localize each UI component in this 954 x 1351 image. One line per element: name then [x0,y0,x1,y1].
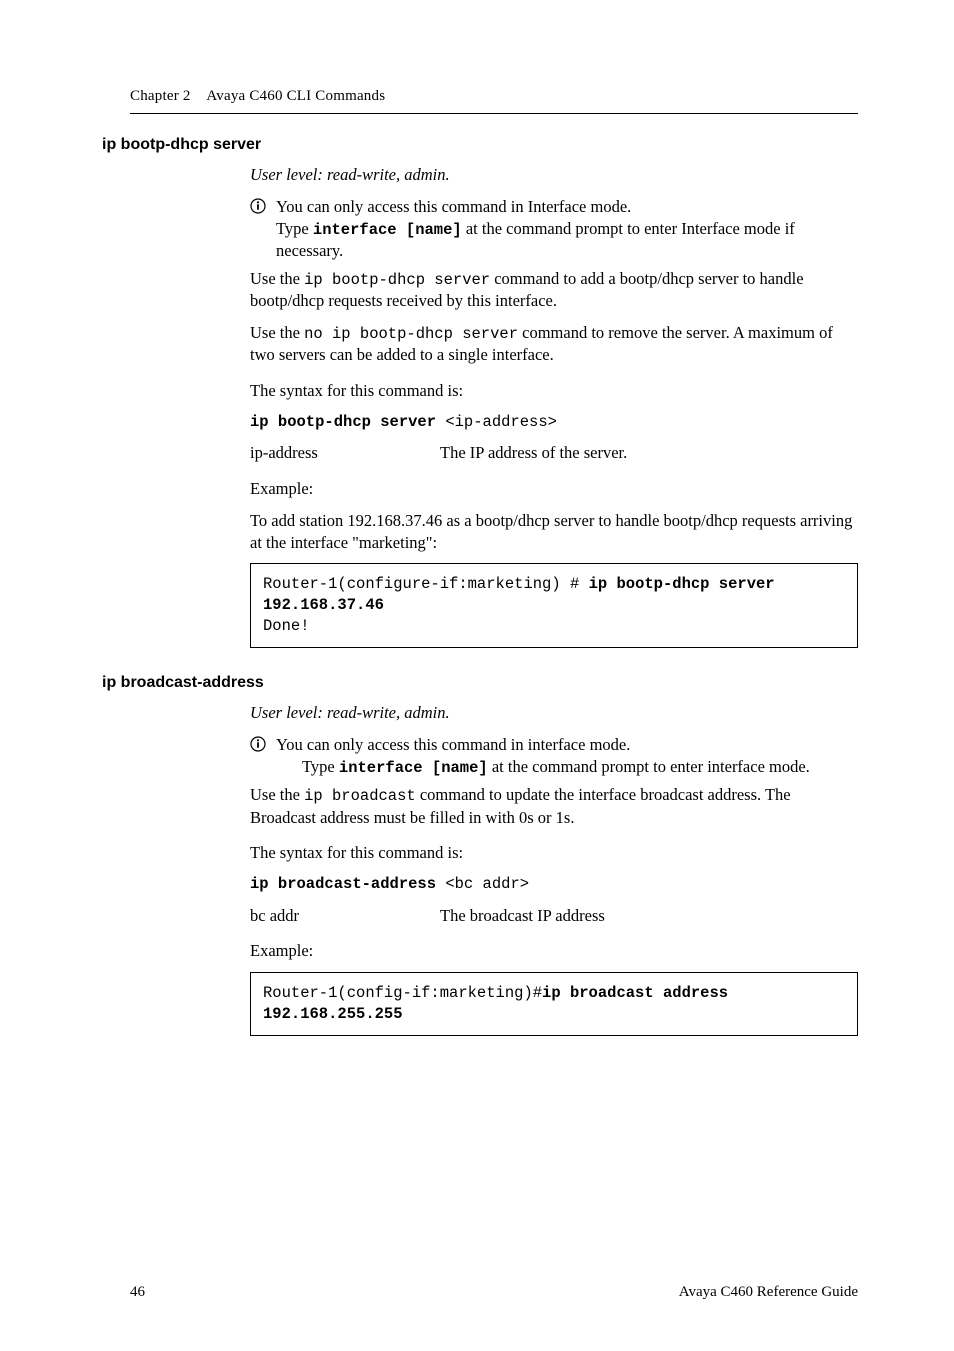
param-label: ip-address [250,442,440,464]
page-footer: 46 Avaya C460 Reference Guide [130,1284,858,1301]
info-line2b: at the command prompt to enter interface… [488,757,810,776]
info-icon [250,736,266,752]
chapter-label: Chapter 2 [130,88,191,104]
section-title-ip-bootp-dhcp-server: ip bootp-dhcp server [102,136,858,154]
info-line2a: Type [276,219,313,238]
info-text: You can only access this command in Inte… [276,196,858,262]
paragraph: Use the ip broadcast command to update t… [250,784,858,828]
para1a: Use the [250,269,304,288]
code-example: Router-1(configure-if:marketing) # ip bo… [250,563,858,648]
example-desc: To add station 192.168.37.46 as a bootp/… [250,510,858,554]
header-rule [130,113,858,114]
syntax-line: ip broadcast-address <bc addr> [250,874,858,894]
section-title-ip-broadcast-address: ip broadcast-address [102,674,858,692]
para2a: Use the [250,323,304,342]
param-label: bc addr [250,905,440,927]
page-number: 46 [130,1284,145,1301]
code-after: Done! [263,617,310,635]
info-line2-cmd: interface [name] [313,221,462,239]
info-note: You can only access this command in inte… [250,734,858,778]
param-desc: The IP address of the server. [440,442,858,464]
info-line2a: Type [302,757,339,776]
info-icon [250,198,266,214]
para1-cmd: ip broadcast [304,787,416,805]
syntax-line: ip bootp-dhcp server <ip-address> [250,412,858,432]
paragraph: Use the no ip bootp-dhcp server command … [250,322,858,366]
para2-cmd: no ip bootp-dhcp server [304,325,518,343]
info-line1: You can only access this command in Inte… [276,197,631,216]
user-level-note: User level: read-write, admin. [250,702,858,724]
syntax-arg: <bc addr> [436,875,529,893]
parameter-row: bc addr The broadcast IP address [250,905,858,927]
parameter-row: ip-address The IP address of the server. [250,442,858,464]
chapter-header: Chapter 2 Avaya C460 CLI Commands [130,88,858,105]
paragraph: Use the ip bootp-dhcp server command to … [250,268,858,312]
syntax-cmd: ip broadcast-address [250,875,436,893]
syntax-arg: <ip-address> [436,413,557,431]
info-line1: You can only access this command in inte… [276,735,630,754]
info-line2-cmd: interface [name] [339,759,488,777]
info-note: You can only access this command in Inte… [250,196,858,262]
syntax-intro: The syntax for this command is: [250,380,858,402]
doc-title: Avaya C460 Reference Guide [679,1284,858,1301]
para1-cmd: ip bootp-dhcp server [304,271,490,289]
code-prefix: Router-1(configure-if:marketing) # [263,575,589,593]
para1a: Use the [250,785,304,804]
user-level-note: User level: read-write, admin. [250,164,858,186]
syntax-intro: The syntax for this command is: [250,842,858,864]
example-label: Example: [250,478,858,500]
info-sub-line: Type interface [name] at the command pro… [302,756,810,778]
chapter-title: Avaya C460 CLI Commands [206,88,385,104]
param-desc: The broadcast IP address [440,905,858,927]
syntax-cmd: ip bootp-dhcp server [250,413,436,431]
code-example: Router-1(config-if:marketing)#ip broadca… [250,972,858,1036]
info-text: You can only access this command in inte… [276,734,858,778]
code-prefix: Router-1(config-if:marketing)# [263,984,542,1002]
example-label: Example: [250,940,858,962]
